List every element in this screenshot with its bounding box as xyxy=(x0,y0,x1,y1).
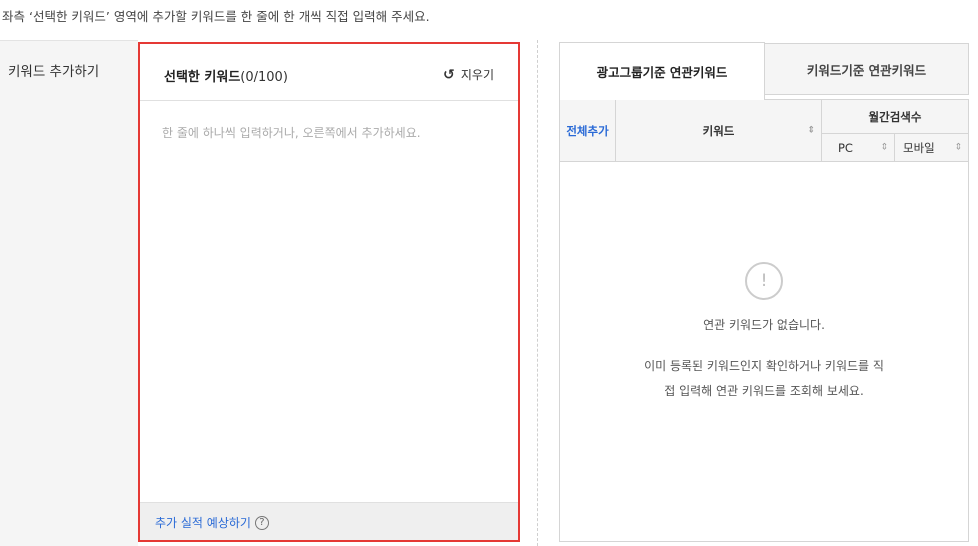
tab-bar: 광고그룹기준 연관키워드 키워드기준 연관키워드 xyxy=(559,42,969,100)
selected-keywords-header: 선택한 키워드(0/100) ↻ 지우기 xyxy=(140,44,518,101)
mobile-column-label: 모바일 xyxy=(903,140,935,155)
sort-icon: ⇕ xyxy=(880,142,888,152)
keyword-column-label: 키워드 xyxy=(702,123,735,138)
pc-column-label: PC xyxy=(838,140,853,155)
tab-adgroup-related[interactable]: 광고그룹기준 연관키워드 xyxy=(559,42,765,100)
help-icon[interactable]: ? xyxy=(254,515,269,530)
sort-icon: ⇕ xyxy=(954,142,962,152)
panel-divider xyxy=(537,40,538,546)
pc-column-header[interactable]: PC ⇕ xyxy=(822,134,895,161)
add-all-button[interactable]: 전체추가 xyxy=(560,100,616,161)
tab-keyword-related[interactable]: 키워드기준 연관키워드 xyxy=(764,43,969,95)
table-header: 전체추가 키워드 ⇕ 월간검색수 PC ⇕ 모바일 ⇕ xyxy=(560,100,968,162)
related-keywords-panel: 광고그룹기준 연관키워드 키워드기준 연관키워드 전체추가 키워드 ⇕ 월간검색… xyxy=(559,42,969,542)
forecast-link[interactable]: 추가 실적 예상하기 ? xyxy=(155,514,269,531)
selected-keywords-title-text: 선택한 키워드 xyxy=(164,70,241,85)
selected-keywords-title: 선택한 키워드(0/100) xyxy=(164,66,288,85)
section-label: 키워드 추가하기 xyxy=(8,64,100,80)
label-column: 키워드 추가하기 xyxy=(0,40,138,546)
keyword-column-header[interactable]: 키워드 ⇕ xyxy=(616,100,822,161)
keyword-input[interactable] xyxy=(140,102,518,502)
exclamation-icon: ! xyxy=(745,262,783,300)
empty-description: 이미 등록된 키워드인지 확인하거나 키워드를 직접 입력해 연관 키워드를 조… xyxy=(644,359,884,398)
empty-title: 연관 키워드가 없습니다. xyxy=(703,318,825,332)
selected-keywords-box: 선택한 키워드(0/100) ↻ 지우기 추가 실적 예상하기 ? xyxy=(138,42,520,542)
clear-label: 지우기 xyxy=(460,68,494,82)
selected-keywords-count: (0/100) xyxy=(240,70,288,85)
clear-button[interactable]: ↻ 지우기 xyxy=(443,66,494,83)
forecast-label: 추가 실적 예상하기 xyxy=(155,516,251,530)
mobile-column-header[interactable]: 모바일 ⇕ xyxy=(895,134,968,161)
empty-state: ! 연관 키워드가 없습니다. 이미 등록된 키워드인지 확인하거나 키워드를 … xyxy=(560,162,968,542)
instruction-text: 좌측 ‘선택한 키워드’ 영역에 추가할 키워드를 한 줄에 한 개씩 직접 입… xyxy=(2,9,430,24)
monthly-search-header: 월간검색수 xyxy=(822,100,968,134)
refresh-icon: ↻ xyxy=(443,66,455,83)
sort-icon: ⇕ xyxy=(807,125,815,135)
selected-keywords-footer: 추가 실적 예상하기 ? xyxy=(140,502,518,540)
related-keywords-table: 전체추가 키워드 ⇕ 월간검색수 PC ⇕ 모바일 ⇕ ! 연관 키워드가 없습… xyxy=(559,99,969,542)
keyword-add-panel: 키워드 추가하기 선택한 키워드(0/100) ↻ 지우기 추가 실적 예상하기… xyxy=(0,40,978,546)
